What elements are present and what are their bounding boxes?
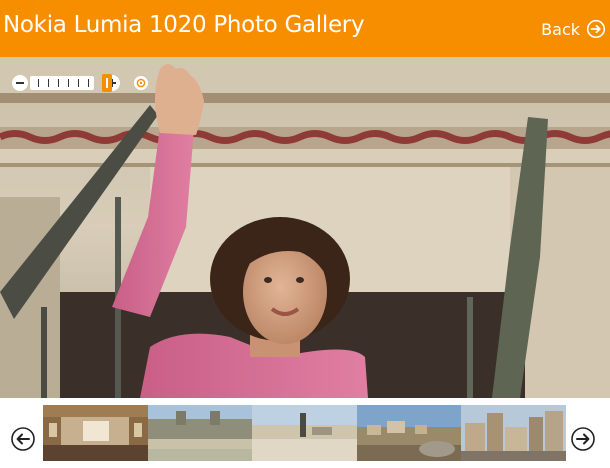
back-button[interactable]: Back [541,16,606,42]
page-title: Nokia Lumia 1020 Photo Gallery [3,12,365,38]
thumbnail-palace-fountain[interactable] [147,405,253,461]
thumbnail-image [461,405,566,461]
arrow-right-circle-icon [586,19,606,39]
main-photo[interactable] [0,57,610,398]
zoom-slider-thumb[interactable] [102,74,112,92]
woman-waving-photo [0,57,610,398]
arrow-left-circle-icon[interactable] [10,426,36,452]
thumbnail-image [147,405,253,461]
thumbnail-image [252,405,357,461]
thumbnail-image [356,405,462,461]
zoom-thumb-mark [106,78,108,88]
zoom-tick [88,79,89,87]
zoom-tick [48,79,49,87]
zoom-slider[interactable] [30,74,112,92]
thumbnail-city-buildings[interactable] [461,405,566,461]
arrow-right-circle-icon[interactable] [570,426,596,452]
filmstrip [0,398,610,468]
thumbnail-image [43,405,148,461]
thumbnail-plaza-statue[interactable] [252,405,357,461]
back-label: Back [541,19,580,39]
minus-icon [16,82,24,84]
thumbnail-coastal-town[interactable] [356,405,462,461]
reset-view-button[interactable] [134,76,148,90]
header-bar: Nokia Lumia 1020 Photo Gallery Back [0,0,610,57]
zoom-tick [68,79,69,87]
zoom-tick [58,79,59,87]
zoom-out-button[interactable] [12,75,28,91]
zoom-tick [38,79,39,87]
target-icon [136,78,146,88]
photo-gallery-app: Nokia Lumia 1020 Photo Gallery Back [0,0,610,468]
thumbnail-strip [43,405,566,461]
zoom-control [12,74,148,92]
zoom-tick [78,79,79,87]
thumbnail-interior-hall[interactable] [43,405,148,461]
